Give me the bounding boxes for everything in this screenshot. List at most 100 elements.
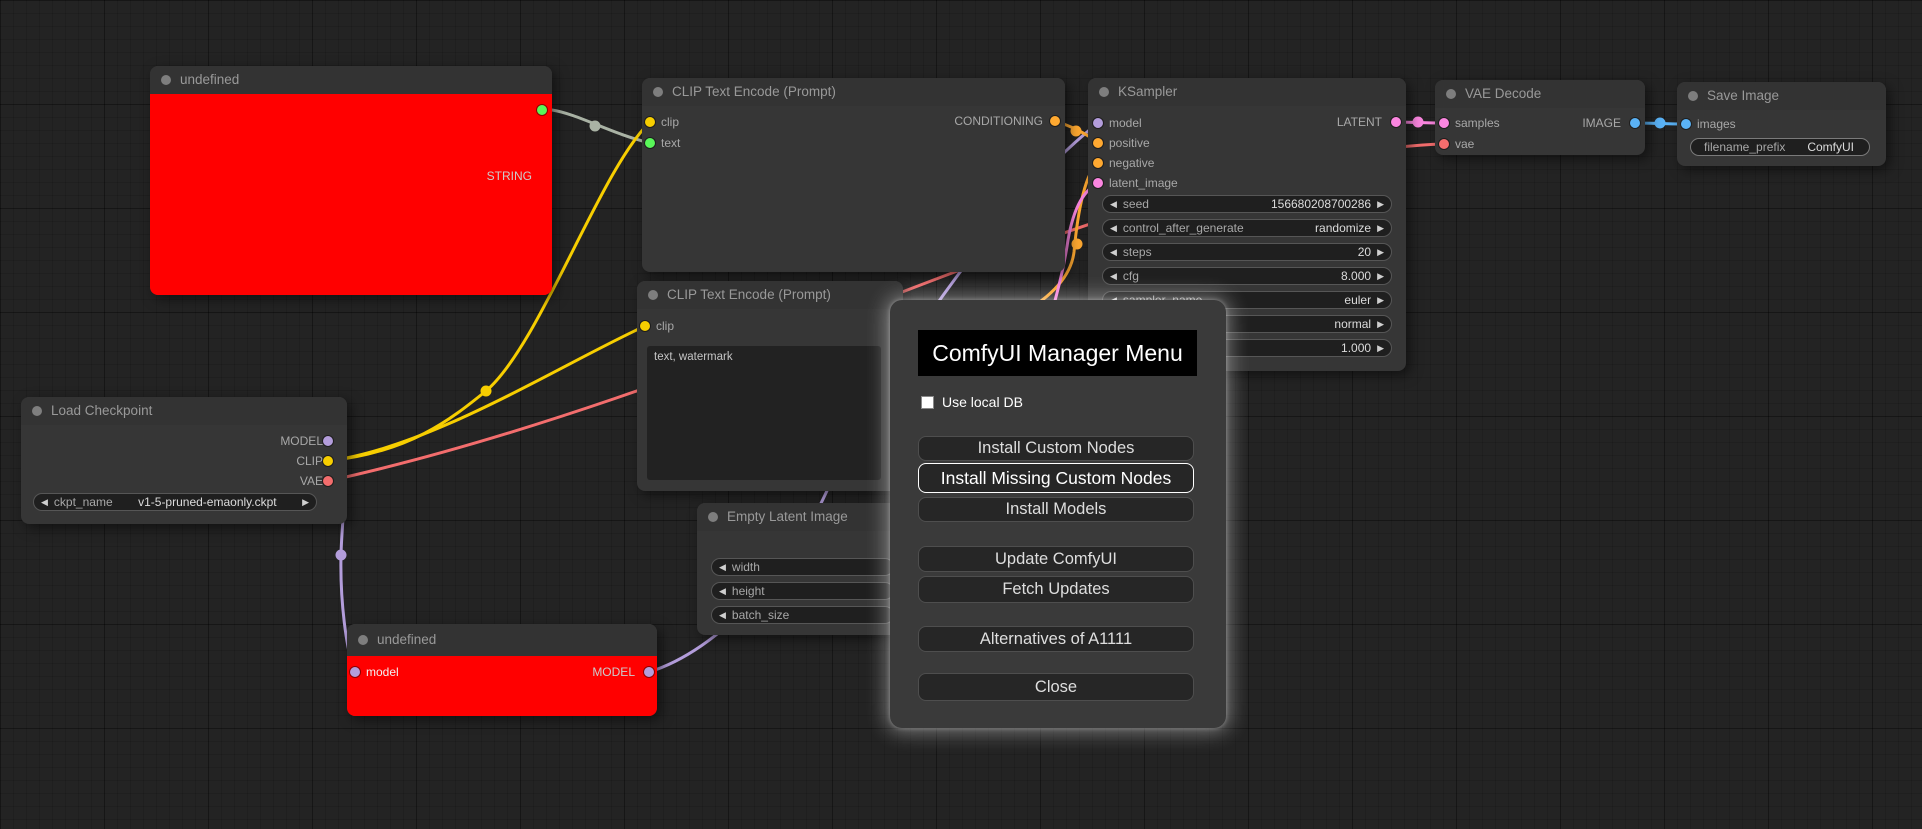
widget-cfg[interactable]: cfg 8.000	[1102, 267, 1392, 285]
use-local-db-checkbox[interactable]	[921, 396, 934, 409]
update-comfyui-button[interactable]: Update ComfyUI	[918, 546, 1194, 572]
wire-dot-negative	[1071, 238, 1083, 250]
widget-label: filename_prefix	[1704, 140, 1786, 154]
node-save-image[interactable]: Save Image images filename_prefix ComfyU…	[1677, 82, 1886, 166]
output-label-vae: VAE	[299, 474, 323, 488]
increment-arrow-icon[interactable]	[1377, 268, 1384, 284]
output-slot-model[interactable]	[323, 436, 333, 446]
collapse-dot-icon[interactable]	[32, 406, 42, 416]
input-slot-model[interactable]	[1093, 118, 1103, 128]
input-slot-clip[interactable]	[640, 321, 650, 331]
node-graph-canvas[interactable]: undefined STRING CLIP Text Encode (Promp…	[0, 0, 1922, 829]
node-title: Load Checkpoint	[51, 403, 153, 418]
widget-width[interactable]: width	[711, 558, 894, 576]
comfyui-manager-menu-dialog: ComfyUI Manager Menu Use local DB Instal…	[890, 300, 1226, 728]
input-slot-vae[interactable]	[1439, 139, 1449, 149]
output-slot-conditioning[interactable]	[1050, 116, 1060, 126]
collapse-dot-icon[interactable]	[708, 512, 718, 522]
input-slot-model[interactable]	[350, 667, 360, 677]
increment-arrow-icon[interactable]	[1377, 244, 1384, 260]
collapse-dot-icon[interactable]	[648, 290, 658, 300]
widget-filename-prefix[interactable]: filename_prefix ComfyUI	[1690, 138, 1870, 156]
decrement-arrow-icon[interactable]	[719, 583, 726, 599]
collapse-dot-icon[interactable]	[1099, 87, 1109, 97]
widget-seed[interactable]: seed 156680208700286	[1102, 195, 1392, 213]
input-label-samples: samples	[1455, 116, 1500, 130]
output-slot-model[interactable]	[644, 667, 654, 677]
widget-batch-size[interactable]: batch_size	[711, 606, 894, 624]
collapse-dot-icon[interactable]	[653, 87, 663, 97]
input-slot-images[interactable]	[1681, 119, 1691, 129]
install-missing-custom-nodes-button[interactable]: Install Missing Custom Nodes	[918, 463, 1194, 493]
output-label-model: MODEL	[280, 434, 323, 448]
increment-arrow-icon[interactable]	[1377, 340, 1384, 356]
collapse-dot-icon[interactable]	[161, 75, 171, 85]
decrement-arrow-icon[interactable]	[719, 559, 726, 575]
widget-value: ComfyUI	[1807, 140, 1854, 154]
input-slot-negative[interactable]	[1093, 158, 1103, 168]
node-clip-text-encode-positive[interactable]: CLIP Text Encode (Prompt) clip text COND…	[642, 78, 1065, 272]
prompt-text-area[interactable]: text, watermark	[647, 346, 881, 480]
input-slot-positive[interactable]	[1093, 138, 1103, 148]
install-custom-nodes-button[interactable]: Install Custom Nodes	[918, 436, 1194, 461]
output-label-model: MODEL	[592, 665, 635, 679]
widget-label: cfg	[1122, 269, 1139, 283]
input-slot-text[interactable]	[645, 138, 655, 148]
install-models-button[interactable]: Install Models	[918, 497, 1194, 522]
input-slot-clip[interactable]	[645, 117, 655, 127]
wire-dot-positive	[1070, 125, 1082, 137]
node-title: CLIP Text Encode (Prompt)	[667, 287, 831, 302]
increment-arrow-icon[interactable]	[1377, 316, 1384, 332]
output-label-conditioning: CONDITIONING	[954, 114, 1043, 128]
wire-dot-model	[335, 549, 347, 561]
collapse-dot-icon[interactable]	[358, 635, 368, 645]
node-title: undefined	[377, 632, 437, 647]
node-undefined-bottom[interactable]: undefined model MODEL	[347, 624, 657, 716]
alternatives-of-a1111-button[interactable]: Alternatives of A1111	[918, 626, 1194, 652]
widget-height[interactable]: height	[711, 582, 894, 600]
widget-steps[interactable]: steps 20	[1102, 243, 1392, 261]
output-slot-image[interactable]	[1630, 118, 1640, 128]
dialog-title: ComfyUI Manager Menu	[918, 330, 1197, 376]
input-slot-latent-image[interactable]	[1093, 178, 1103, 188]
node-undefined-top[interactable]: undefined STRING	[150, 66, 552, 295]
node-title: KSampler	[1118, 84, 1178, 99]
widget-value: 8.000	[1341, 269, 1372, 283]
increment-arrow-icon[interactable]	[1377, 220, 1384, 236]
input-label-positive: positive	[1109, 136, 1150, 150]
widget-control-after-generate[interactable]: control_after_generate randomize	[1102, 219, 1392, 237]
widget-label: width	[731, 560, 760, 574]
output-slot-vae[interactable]	[323, 476, 333, 486]
node-load-checkpoint[interactable]: Load Checkpoint MODEL CLIP VAE ckpt_name…	[21, 397, 347, 524]
node-title-bar: CLIP Text Encode (Prompt)	[637, 281, 903, 309]
collapse-dot-icon[interactable]	[1688, 91, 1698, 101]
decrement-arrow-icon[interactable]	[1110, 220, 1117, 236]
output-slot-clip[interactable]	[323, 456, 333, 466]
close-button[interactable]: Close	[918, 673, 1194, 701]
increment-arrow-icon[interactable]	[302, 494, 309, 510]
input-slot-samples[interactable]	[1439, 118, 1449, 128]
increment-arrow-icon[interactable]	[1377, 292, 1384, 308]
output-label-image: IMAGE	[1582, 116, 1621, 130]
decrement-arrow-icon[interactable]	[1110, 196, 1117, 212]
output-slot-latent[interactable]	[1391, 117, 1401, 127]
widget-ckpt-name[interactable]: ckpt_name v1-5-pruned-emaonly.ckpt	[33, 493, 317, 511]
output-label-latent: LATENT	[1336, 115, 1382, 129]
decrement-arrow-icon[interactable]	[1110, 244, 1117, 260]
increment-arrow-icon[interactable]	[1377, 196, 1384, 212]
wire-dot-image	[1654, 117, 1666, 129]
use-local-db-label: Use local DB	[942, 394, 1023, 410]
decrement-arrow-icon[interactable]	[1110, 268, 1117, 284]
output-slot-string[interactable]	[537, 105, 547, 115]
widget-label: seed	[1122, 197, 1149, 211]
decrement-arrow-icon[interactable]	[719, 607, 726, 623]
node-title: CLIP Text Encode (Prompt)	[672, 84, 836, 99]
node-empty-latent-image[interactable]: Empty Latent Image width height batch_si…	[697, 503, 907, 635]
widget-value: euler	[1344, 293, 1372, 307]
node-vae-decode[interactable]: VAE Decode samples vae IMAGE	[1435, 80, 1645, 155]
widget-label: batch_size	[731, 608, 790, 622]
decrement-arrow-icon[interactable]	[41, 494, 48, 510]
fetch-updates-button[interactable]: Fetch Updates	[918, 576, 1194, 603]
collapse-dot-icon[interactable]	[1446, 89, 1456, 99]
node-clip-text-encode-negative[interactable]: CLIP Text Encode (Prompt) clip text, wat…	[637, 281, 903, 491]
